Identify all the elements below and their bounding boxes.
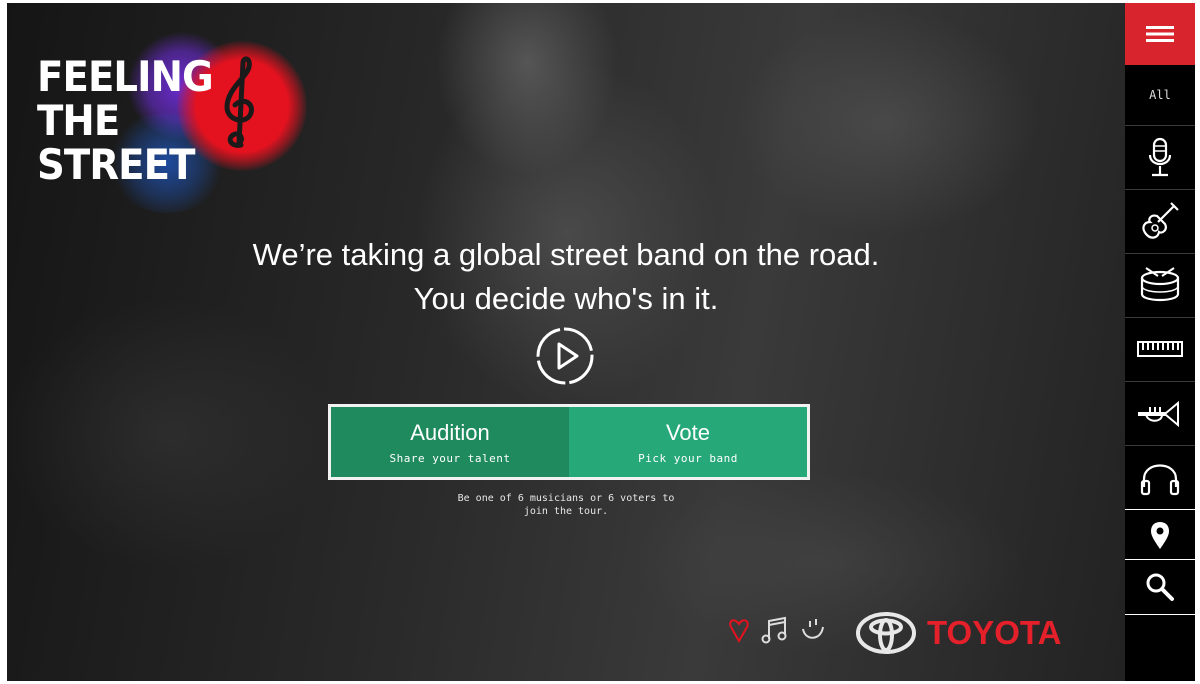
category-sidebar: All [1125, 3, 1195, 681]
headline-line-2: You decide who's in it. [413, 281, 719, 316]
audition-subtitle: Share your talent [389, 451, 511, 465]
search-icon [1146, 573, 1174, 601]
trumpet-icon [1138, 400, 1179, 428]
logo-line-1: FEELING [37, 52, 214, 101]
keyboard-icon [1137, 341, 1183, 357]
audition-title: Audition [410, 419, 490, 445]
logo-line-3: STREET [37, 140, 195, 189]
hamburger-menu-icon [1146, 26, 1174, 42]
hamburger-menu-button[interactable] [1125, 3, 1195, 65]
sidebar-item-all[interactable]: All [1125, 65, 1195, 125]
sidebar-item-location[interactable] [1125, 509, 1195, 560]
sidebar-item-dj[interactable] [1125, 445, 1195, 510]
headphones-icon [1140, 464, 1180, 496]
headline-line-1: We’re taking a global street band on the… [252, 237, 880, 272]
treble-clef-icon [224, 56, 254, 148]
sidebar-item-guitar[interactable] [1125, 189, 1195, 254]
page-frame: FEELING THE STREET We’re taking a global… [7, 3, 1195, 681]
hero-headline: We’re taking a global street band on the… [7, 233, 1125, 321]
feeling-the-street-logo[interactable]: FEELING THE STREET [37, 55, 228, 187]
logo-line-2: THE [37, 96, 120, 145]
heart-icon[interactable] [727, 615, 751, 645]
guitar-icon [1142, 202, 1179, 239]
smile-icon[interactable] [799, 615, 827, 645]
sidebar-item-drums[interactable] [1125, 253, 1195, 318]
cta-group: Audition Share your talent Vote Pick you… [328, 404, 810, 480]
location-pin-icon [1151, 522, 1169, 549]
drum-icon [1140, 267, 1180, 302]
microphone-icon [1148, 137, 1172, 177]
sidebar-item-vocals[interactable] [1125, 125, 1195, 190]
footer-icons [727, 615, 827, 645]
hero-background: FEELING THE STREET We’re taking a global… [7, 3, 1125, 681]
sidebar-all-label: All [1149, 88, 1171, 102]
vote-subtitle: Pick your band [638, 451, 738, 465]
toyota-logo[interactable]: TOYOTA [855, 611, 1061, 655]
play-circle-icon[interactable] [535, 326, 595, 386]
vote-button[interactable]: Vote Pick your band [569, 407, 807, 477]
toyota-wordmark: TOYOTA [927, 614, 1062, 651]
sidebar-item-search[interactable] [1125, 559, 1195, 615]
sidebar-item-brass[interactable] [1125, 381, 1195, 446]
music-notes-icon[interactable] [761, 615, 789, 645]
sidebar-item-keys[interactable] [1125, 317, 1195, 382]
tour-note: Be one of 6 musicians or 6 voters to joi… [457, 493, 675, 517]
vote-title: Vote [665, 419, 711, 445]
audition-button[interactable]: Audition Share your talent [331, 407, 569, 477]
toyota-emblem-icon [856, 612, 916, 654]
